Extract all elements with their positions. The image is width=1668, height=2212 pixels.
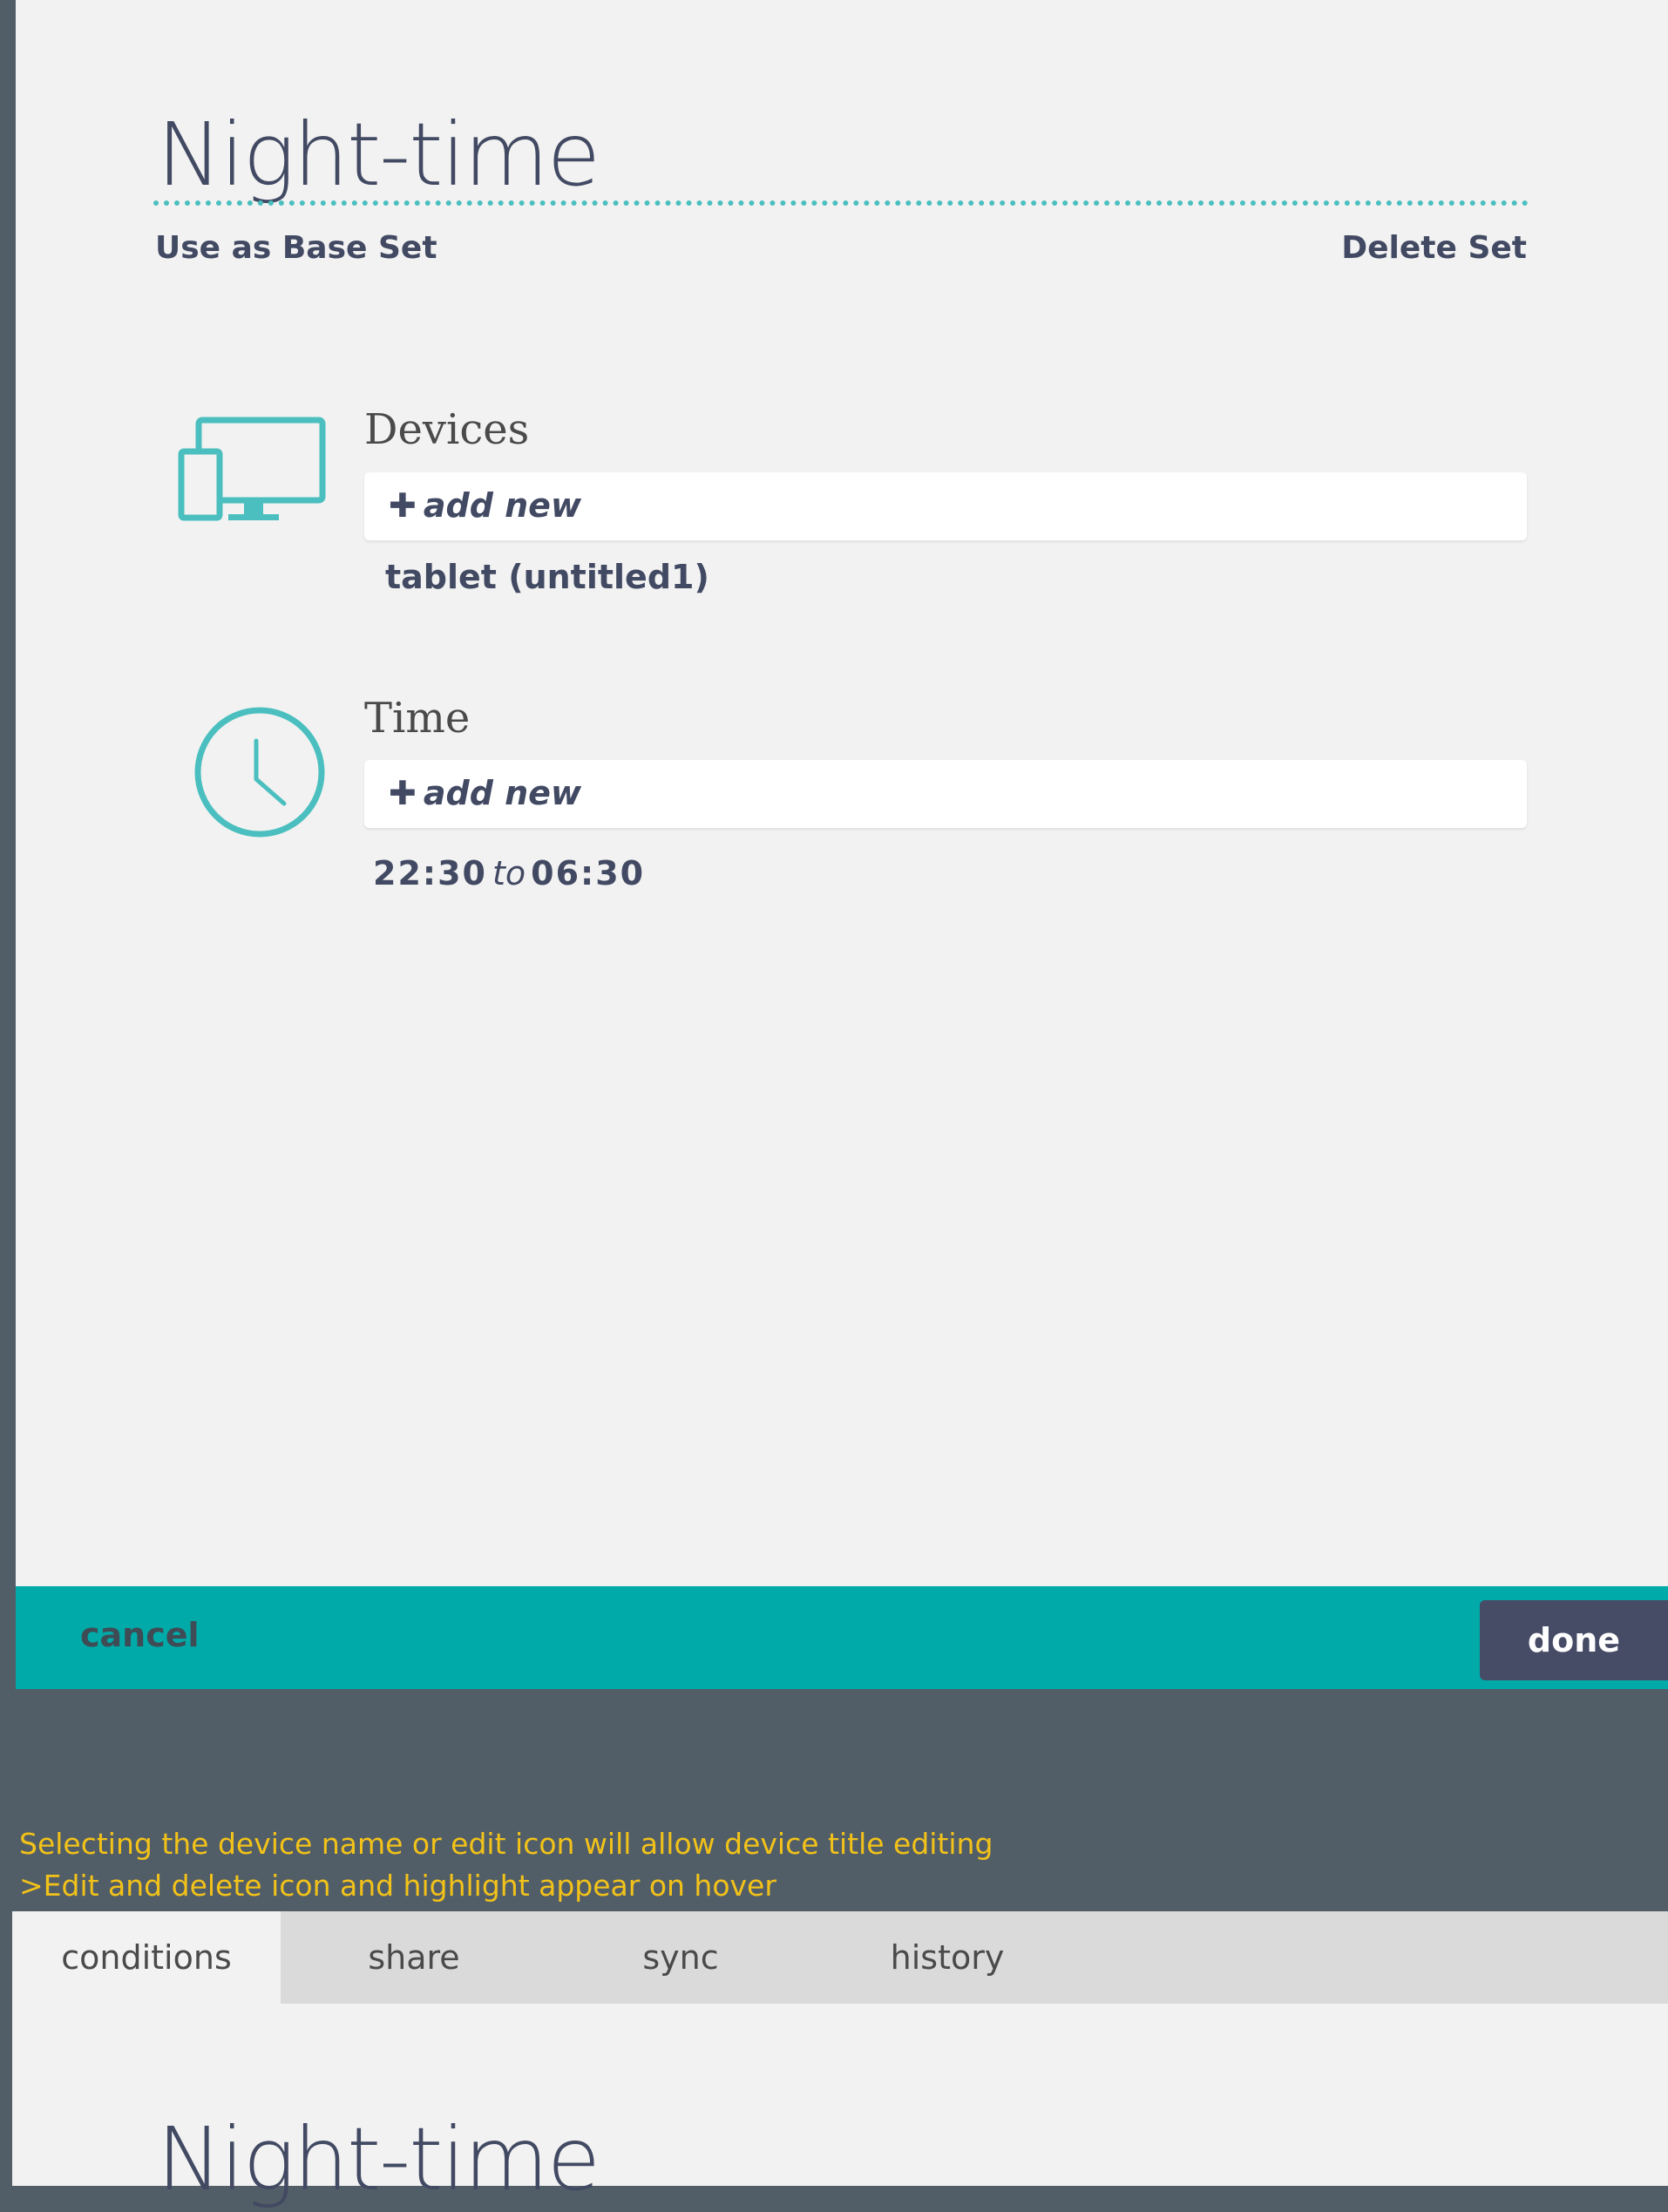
devices-icon bbox=[178, 415, 328, 525]
add-time-label: ✚ add new bbox=[389, 774, 581, 812]
annotation-note: >Edit and delete icon and highlight appe… bbox=[19, 1869, 776, 1903]
tab-bar: conditions share sync history bbox=[12, 1911, 1668, 2004]
tab-conditions[interactable]: conditions bbox=[12, 1911, 281, 2004]
add-time-button[interactable]: ✚ add new bbox=[364, 760, 1527, 828]
device-item[interactable]: tablet (untitled1) bbox=[385, 558, 709, 596]
done-button[interactable]: done bbox=[1480, 1600, 1668, 1680]
use-as-base-set-link[interactable]: Use as Base Set bbox=[155, 230, 437, 266]
annotation-note: Selecting the device name or edit icon w… bbox=[19, 1827, 993, 1861]
devices-heading: Devices bbox=[364, 405, 530, 454]
time-to: 06:30 bbox=[531, 854, 646, 892]
time-heading: Time bbox=[364, 694, 471, 743]
tab-share[interactable]: share bbox=[281, 1911, 547, 2004]
time-to-word: to bbox=[492, 854, 526, 892]
plus-icon: ✚ bbox=[389, 486, 417, 525]
add-new-text: add new bbox=[423, 774, 582, 812]
add-device-label: ✚ add new bbox=[389, 486, 581, 525]
time-from: 22:30 bbox=[373, 854, 487, 892]
tab-sync[interactable]: sync bbox=[547, 1911, 814, 2004]
delete-set-link[interactable]: Delete Set bbox=[1341, 230, 1527, 266]
cancel-button[interactable]: cancel bbox=[80, 1616, 200, 1654]
action-bar: cancel done bbox=[16, 1586, 1668, 1689]
add-new-text: add new bbox=[423, 486, 582, 525]
plus-icon: ✚ bbox=[389, 774, 417, 812]
tab-history[interactable]: history bbox=[814, 1911, 1081, 2004]
time-range[interactable]: 22:30 to 06:30 bbox=[373, 854, 645, 892]
clock-icon bbox=[192, 704, 328, 840]
add-device-button[interactable]: ✚ add new bbox=[364, 472, 1527, 540]
set-title[interactable]: Night-time bbox=[157, 103, 600, 207]
set-title-preview: Night-time bbox=[157, 2108, 600, 2210]
title-underline bbox=[153, 200, 1529, 206]
